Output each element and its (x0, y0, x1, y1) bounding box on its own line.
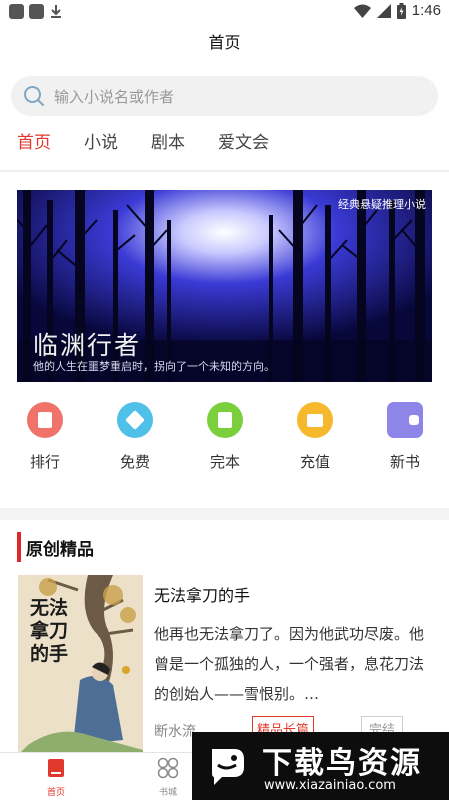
category-tabs: 首页 小说 剧本 爱文会 (0, 124, 449, 158)
status-bar: 1:46 (0, 0, 449, 24)
page-title: 首页 (208, 33, 241, 52)
quick-link-label: 新书 (389, 453, 420, 471)
watermark: 下载鸟资源 www.xiazainiao.com (192, 732, 449, 800)
status-right-icons: 1:46 (353, 2, 441, 19)
tab-home[interactable]: 首页 (17, 128, 51, 153)
quick-link-label: 充值 (299, 453, 330, 471)
page-header: 首页 (0, 24, 449, 62)
quick-link-complete[interactable]: 完本 (195, 402, 255, 472)
cover-title-text: 无法拿刀的手 (30, 597, 69, 665)
status-time: 1:46 (411, 2, 441, 19)
wallet-card-icon (387, 402, 423, 438)
battery-icon (396, 2, 406, 19)
download-icon (51, 5, 61, 18)
section-accent-bar (17, 532, 21, 562)
status-left-icons (9, 4, 63, 19)
nav-item-home[interactable]: 首页 (26, 757, 86, 798)
banner-subtitle: 他的人生在噩梦重启时，拐向了一个未知的方向。 (33, 360, 275, 373)
banner-title: 临渊行者 (33, 331, 142, 360)
tab-script[interactable]: 剧本 (151, 128, 185, 153)
search-icon (24, 86, 44, 106)
notification-square-icon (9, 4, 24, 19)
book-title[interactable]: 无法拿刀的手 (154, 582, 250, 606)
section-gap (0, 508, 449, 520)
banner-corner-label: 经典悬疑推理小说 (338, 198, 426, 211)
tab-novel[interactable]: 小说 (84, 128, 118, 153)
watermark-url: www.xiazainiao.com (264, 778, 396, 793)
watermark-name: 下载鸟资源 (262, 746, 422, 781)
quick-link-label: 排行 (29, 453, 60, 471)
search-input[interactable]: 输入小说名或作者 (54, 86, 174, 107)
quick-links: 排行 免费 完本 充值 新书 (0, 402, 449, 482)
book-author: 断水流 (154, 724, 196, 740)
book-cover[interactable]: 无法拿刀的手 (18, 575, 143, 755)
quick-link-new-books[interactable]: 新书 (375, 402, 435, 472)
notification-square-icon (29, 4, 44, 19)
wallet-icon (297, 402, 333, 438)
quick-link-label: 免费 (119, 453, 150, 471)
quick-link-recharge[interactable]: 充值 (285, 402, 345, 472)
promo-banner[interactable]: 经典悬疑推理小说 临渊行者 他的人生在噩梦重启时，拐向了一个未知的方向。 (17, 190, 432, 382)
tab-aiwenhui[interactable]: 爱文会 (218, 128, 269, 153)
nav-label: 书城 (158, 788, 177, 798)
wifi-icon (353, 4, 371, 18)
quick-link-ranking[interactable]: 排行 (15, 402, 75, 472)
bird-logo-icon (212, 749, 244, 785)
book-icon (27, 402, 63, 438)
section-title: 原创精品 (26, 540, 94, 560)
nav-label: 首页 (46, 788, 65, 798)
tabs-divider (0, 170, 449, 172)
home-book-icon (48, 759, 64, 777)
signal-icon (376, 3, 391, 18)
diamond-icon (117, 402, 153, 438)
nav-item-bookstore[interactable]: 书城 (138, 757, 198, 798)
book-description: 他再也无法拿刀了。因为他武功尽废。他曾是一个孤独的人，一个强者，息花刀法的创始人… (154, 625, 425, 703)
notebook-icon (207, 402, 243, 438)
featured-book[interactable]: 无法拿刀的手 无法拿刀的手 他再也无法拿刀了。因为他武功尽废。他曾是一个孤独的人… (0, 575, 449, 755)
search-bar[interactable]: 输入小说名或作者 (11, 76, 438, 116)
grid-icon (157, 757, 179, 779)
quick-link-label: 完本 (209, 453, 240, 471)
quick-link-free[interactable]: 免费 (105, 402, 165, 472)
